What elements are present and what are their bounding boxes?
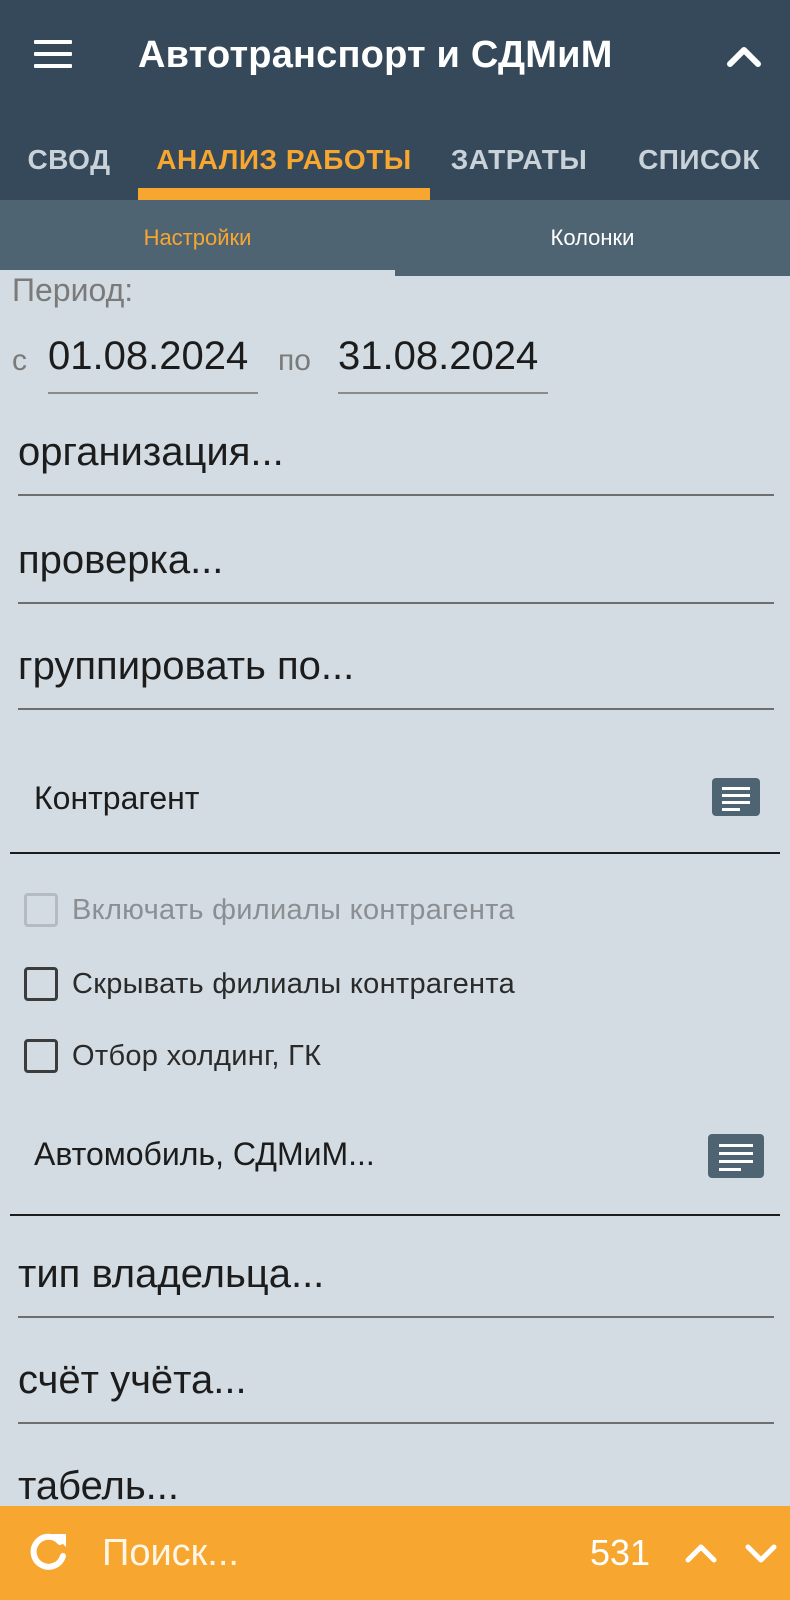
chevron-up-icon[interactable]: [684, 1536, 718, 1570]
result-count: 531: [590, 1532, 651, 1573]
check-field[interactable]: проверка...: [18, 538, 774, 604]
period-from-field[interactable]: 01.08.2024: [48, 334, 258, 394]
tab-spisok[interactable]: СПИСОК: [608, 120, 790, 200]
vehicle-select[interactable]: Автомобиль, СДМиМ...: [10, 1112, 780, 1216]
checkbox-box: [24, 967, 58, 1001]
active-tab-indicator: [138, 188, 430, 200]
tab-svod[interactable]: СВОД: [0, 120, 138, 200]
app-bar: Автотранспорт и СДМиМ СВОД АНАЛИЗ РАБОТЫ…: [0, 0, 790, 200]
owner-type-field[interactable]: тип владельца...: [18, 1252, 774, 1318]
account-field[interactable]: счёт учёта...: [18, 1358, 774, 1424]
counterparty-select[interactable]: Контрагент: [10, 760, 780, 854]
holding-filter-checkbox[interactable]: Отбор холдинг, ГК: [24, 1036, 321, 1076]
checkbox-box: [24, 1039, 58, 1073]
checkbox-box: [24, 893, 58, 927]
period-to-label: по: [278, 344, 311, 377]
period-label: Период:: [12, 272, 134, 308]
period-from-label: с: [12, 344, 27, 377]
counterparty-select-label: Контрагент: [34, 780, 200, 816]
include-branches-label: Включать филиалы контрагента: [72, 893, 515, 926]
page-title: Автотранспорт и СДМиМ: [138, 34, 613, 76]
period-to-field[interactable]: 31.08.2024: [338, 334, 548, 394]
hamburger-menu-icon[interactable]: [34, 40, 72, 68]
chevron-up-icon[interactable]: [726, 42, 762, 70]
group-by-field[interactable]: группировать по...: [18, 644, 774, 710]
subtab-columns[interactable]: Колонки: [395, 200, 790, 276]
hide-branches-label: Скрывать филиалы контрагента: [72, 967, 516, 1000]
refresh-icon[interactable]: [26, 1530, 70, 1574]
search-input[interactable]: [102, 1524, 562, 1582]
vehicle-select-label: Автомобиль, СДМиМ...: [34, 1136, 375, 1172]
tab-zatraty[interactable]: ЗАТРАТЫ: [430, 120, 608, 200]
chevron-down-icon[interactable]: [744, 1536, 778, 1570]
sub-tabs: Настройки Колонки: [0, 200, 790, 276]
bottom-search-bar: 531: [0, 1506, 790, 1600]
vehicle-list-icon[interactable]: [708, 1134, 764, 1178]
subtab-settings[interactable]: Настройки: [0, 200, 395, 276]
counterparty-list-icon[interactable]: [712, 778, 760, 816]
include-branches-checkbox[interactable]: Включать филиалы контрагента: [24, 890, 515, 930]
organization-field[interactable]: организация...: [18, 430, 774, 496]
holding-filter-label: Отбор холдинг, ГК: [72, 1039, 322, 1072]
hide-branches-checkbox[interactable]: Скрывать филиалы контрагента: [24, 964, 515, 1004]
